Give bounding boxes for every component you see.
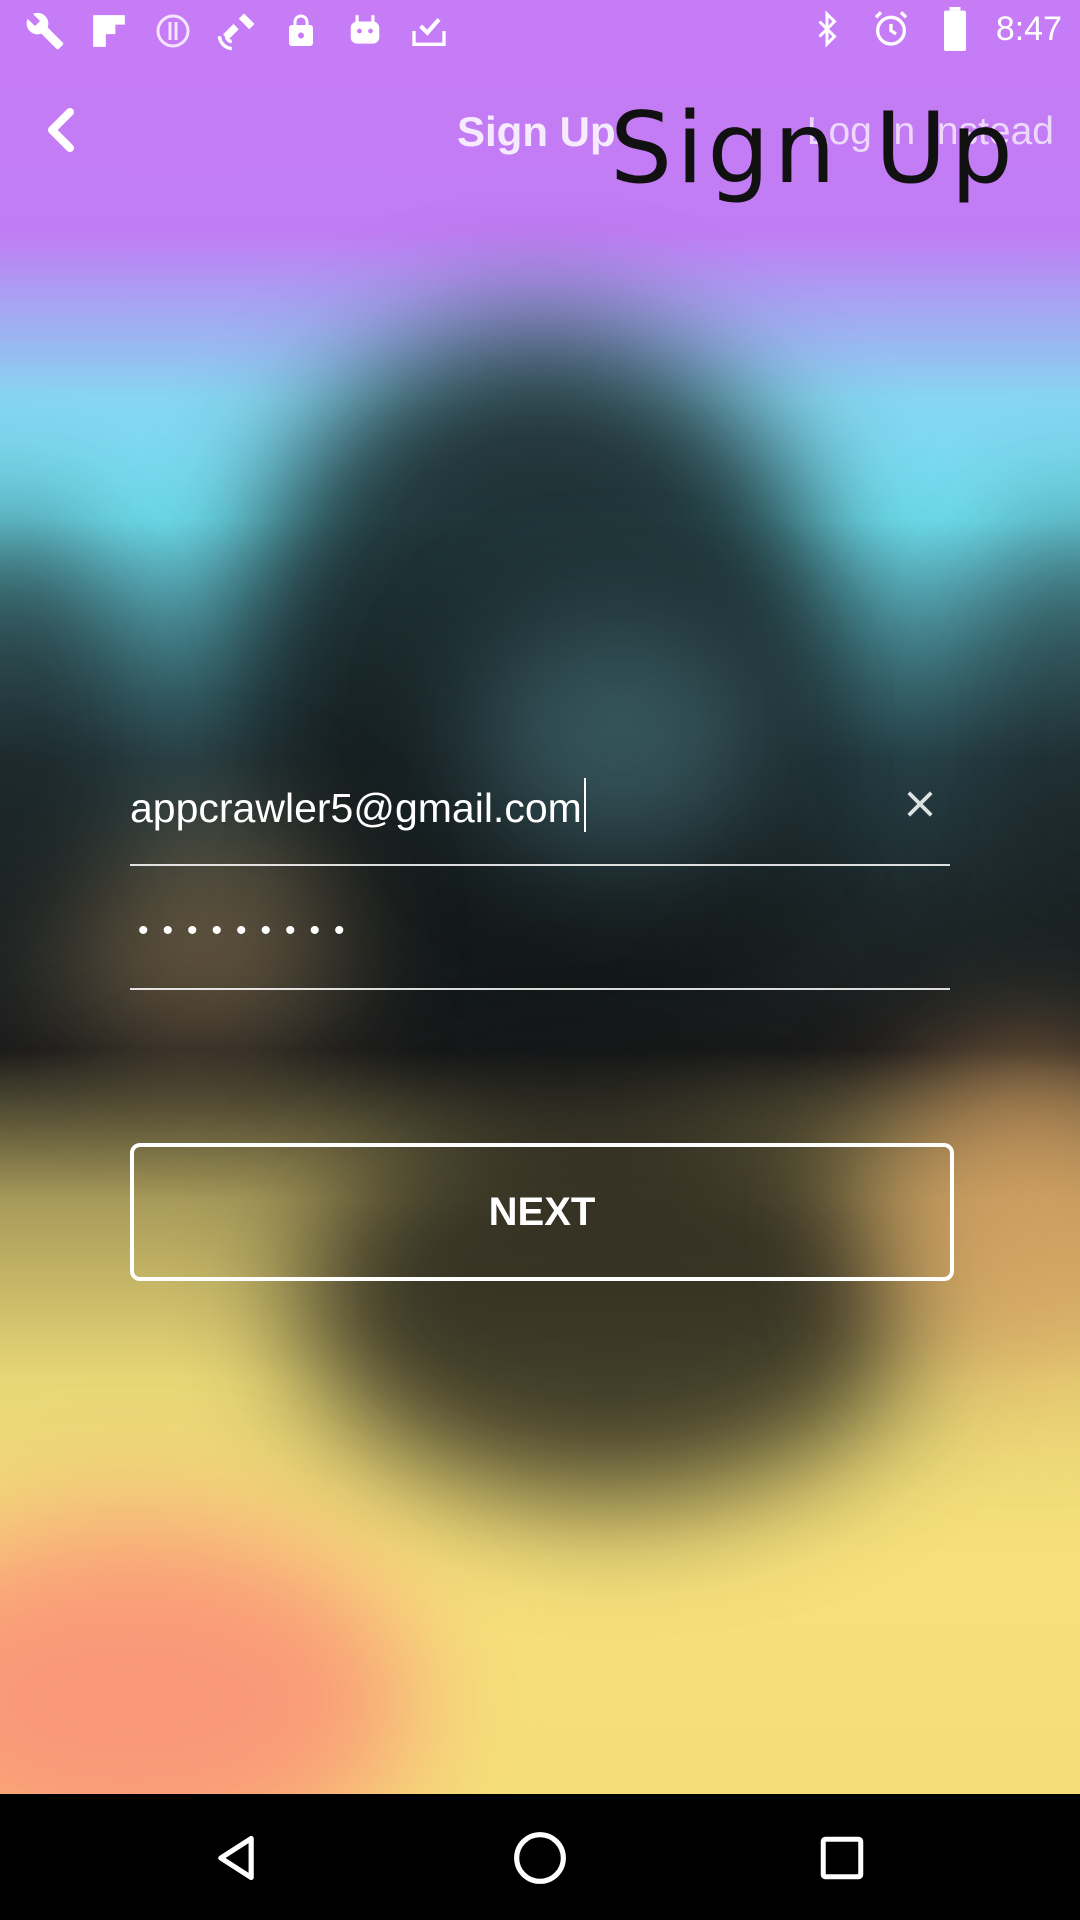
home-circle-icon (514, 1832, 566, 1884)
android-icon (342, 8, 388, 54)
alarm-icon (868, 6, 914, 52)
fake-gps-icon (214, 8, 260, 54)
next-button[interactable]: NEXT (130, 1143, 954, 1281)
notification-icons (22, 8, 452, 54)
chevron-left-icon (48, 108, 74, 152)
status-bar: 8:47 (0, 0, 1080, 64)
recents-square-icon (820, 1836, 864, 1880)
email-field[interactable]: appcrawler5@gmail.com (130, 760, 950, 866)
wrench-icon (22, 8, 68, 54)
password-input[interactable]: ••••••••• (138, 914, 359, 948)
clock: 8:47 (995, 9, 1062, 48)
flipboard-icon (86, 8, 132, 54)
nav-back-button[interactable] (200, 1822, 272, 1894)
bluetooth-icon (804, 6, 850, 52)
clear-email-button[interactable] (898, 782, 942, 826)
signup-screen: 8:47 Sign Up Log In Instead Sign Up appc… (0, 0, 1080, 1794)
lock-icon (278, 8, 324, 54)
navigation-bar (0, 1794, 1080, 1920)
email-input[interactable]: appcrawler5@gmail.com (130, 778, 586, 832)
info-icon (150, 8, 196, 54)
back-button[interactable] (30, 100, 90, 160)
back-triangle-icon (218, 1835, 254, 1881)
nav-recents-button[interactable] (806, 1822, 878, 1894)
nav-home-button[interactable] (504, 1822, 576, 1894)
system-status: 8:47 (804, 6, 1062, 52)
close-icon (907, 791, 933, 817)
password-field[interactable]: ••••••••• (130, 900, 950, 990)
overlay-sign-up-text: Sign Up (610, 92, 1017, 206)
email-value: appcrawler5@gmail.com (130, 785, 582, 831)
checklist-icon (406, 8, 452, 54)
battery-icon (932, 6, 978, 52)
page-title: Sign Up (457, 108, 616, 155)
background-blur (950, 520, 1080, 940)
text-caret (583, 778, 586, 832)
background-blur (0, 1520, 410, 1794)
